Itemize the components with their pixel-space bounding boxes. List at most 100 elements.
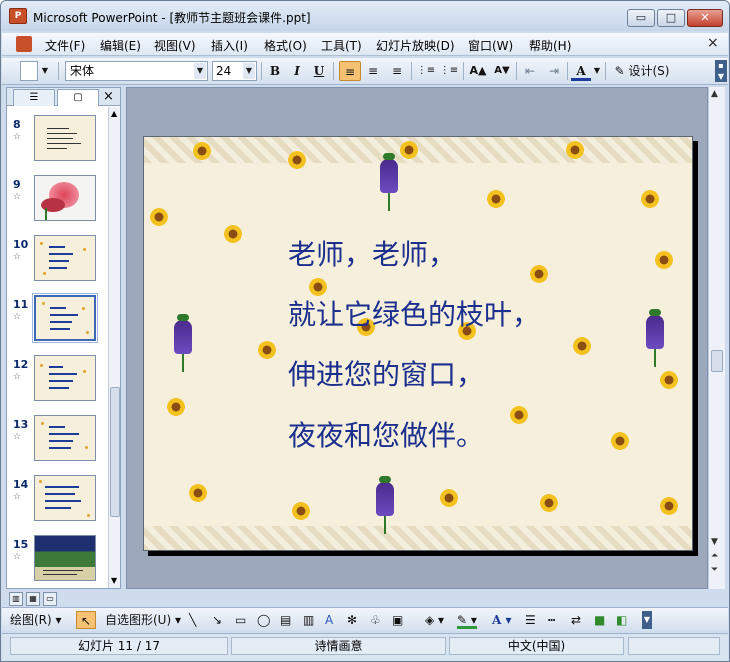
grow-font-button[interactable]: A▲ (467, 61, 489, 81)
scroll-up-icon[interactable]: ▲ (111, 109, 117, 118)
design-icon: ✎ (614, 64, 625, 78)
text-color-icon[interactable]: A ▾ (492, 611, 512, 629)
sunflower-decoration (257, 340, 277, 360)
bottom-border-pattern (144, 526, 692, 550)
arrow-tool-icon[interactable]: ↘ (212, 611, 222, 629)
next-slide-icon[interactable]: ⏷ (711, 565, 718, 575)
tab-slides[interactable]: ▢ (57, 89, 99, 106)
pane-close-button[interactable]: × (103, 89, 114, 104)
font-size-select[interactable]: 24 ▼ (212, 61, 257, 81)
scroll-down-icon[interactable]: ▼ (711, 537, 718, 547)
chevron-down-icon[interactable]: ▼ (194, 63, 206, 79)
autoshapes-menu-button[interactable]: 自选图形(U) ▾ (105, 611, 181, 629)
toolbar-chevron-icon[interactable]: ▼ (642, 611, 652, 629)
slide-sorter-view-icon[interactable]: ▦ (26, 592, 40, 606)
scroll-up-icon[interactable]: ▲ (711, 89, 718, 99)
slide-thumbnail[interactable] (34, 355, 96, 401)
shadow-style-icon[interactable]: ■ (594, 611, 605, 629)
arrow-style-icon[interactable]: ⇄ (571, 611, 581, 629)
bellflower-stem (384, 516, 386, 534)
chevron-down-icon[interactable]: ▼ (243, 63, 255, 79)
menu-format[interactable]: 格式(O) (264, 37, 307, 54)
powerpoint-icon[interactable]: P (9, 8, 27, 24)
slides-pane: ☰ ▢ × 8 ☆ 9 ☆ 10 ☆ 11 ☆ 12 ☆ 13 ☆ 14 ☆ 1… (6, 87, 121, 589)
textbox-tool-icon[interactable]: ▤ (280, 611, 291, 629)
menu-edit[interactable]: 编辑(E) (100, 37, 141, 54)
sunflower-decoration (572, 336, 592, 356)
decrease-indent-button[interactable]: ⇤ (520, 61, 540, 81)
toolbar-chevron-icon[interactable]: ▪ ▼ (715, 60, 727, 82)
increase-indent-button[interactable]: ⇥ (544, 61, 564, 81)
menu-window[interactable]: 窗口(W) (468, 37, 513, 54)
draw-menu-button[interactable]: 绘图(R) ▾ (10, 611, 62, 629)
line-color-icon[interactable]: ✎ ▾ (457, 611, 477, 629)
fill-color-icon[interactable]: ◈ ▾ (425, 611, 444, 629)
shrink-font-button[interactable]: A▼ (491, 61, 513, 81)
menu-slideshow[interactable]: 幻灯片放映(D) (376, 37, 455, 54)
underline-button[interactable]: U (310, 61, 328, 81)
tab-outline[interactable]: ☰ (13, 89, 55, 106)
font-name-select[interactable]: 宋体 ▼ (65, 61, 208, 81)
vertical-textbox-icon[interactable]: ▥ (303, 611, 314, 629)
main-scrollbar-thumb[interactable] (711, 350, 723, 372)
previous-slide-icon[interactable]: ⏶ (711, 551, 718, 561)
close-button[interactable]: ✕ (687, 9, 723, 27)
slide-thumbnail[interactable] (34, 415, 96, 461)
slide-canvas[interactable]: 老师，老师， 就让它绿色的枝叶， 伸进您的窗口， 夜夜和您做伴。 (143, 136, 693, 551)
bold-button[interactable]: B (266, 61, 284, 81)
pane-scrollbar-thumb[interactable] (110, 387, 120, 517)
chevron-down-icon[interactable]: ▼ (592, 61, 602, 81)
sunflower-decoration (149, 207, 169, 227)
toolbar-options-icon[interactable]: ▼ (40, 61, 50, 81)
rectangle-tool-icon[interactable]: ▭ (235, 611, 246, 629)
3d-style-icon[interactable]: ◧ (616, 611, 627, 629)
menu-insert[interactable]: 插入(I) (211, 37, 248, 54)
main-scrollbar[interactable]: ▲ ▼ ⏶ ⏷ (708, 87, 725, 589)
slide-thumbnail[interactable] (34, 235, 96, 281)
italic-button[interactable]: I (288, 61, 306, 81)
slide-thumbnail[interactable] (34, 175, 96, 221)
bulleted-list-button[interactable]: ⋮≡ (439, 61, 459, 81)
sunflower-decoration (565, 140, 585, 160)
diagram-icon[interactable]: ✻ (347, 611, 357, 629)
design-button[interactable]: ✎ 设计(S) (610, 61, 674, 81)
slide-thumbnail-selected[interactable] (32, 293, 98, 343)
normal-view-icon[interactable]: ▥ (9, 592, 23, 606)
scroll-down-icon[interactable]: ▼ (111, 576, 117, 585)
line-style-icon[interactable]: ☰ (525, 611, 536, 629)
sunflower-decoration (509, 405, 529, 425)
wordart-icon[interactable]: A (325, 611, 333, 629)
slide-thumbnail[interactable] (34, 475, 96, 521)
oval-tool-icon[interactable]: ◯ (257, 611, 270, 629)
pane-scrollbar[interactable]: ▲ ▼ (108, 107, 120, 588)
animation-star-icon: ☆ (13, 192, 22, 202)
insert-picture-icon[interactable]: ▣ (392, 611, 403, 629)
select-pointer-icon[interactable]: ↖ (76, 611, 96, 629)
menu-help[interactable]: 帮助(H) (529, 37, 571, 54)
maximize-button[interactable]: □ (657, 9, 685, 27)
new-document-icon[interactable] (20, 61, 38, 81)
animation-star-icon: ☆ (13, 432, 22, 442)
font-color-button[interactable]: A (571, 61, 591, 81)
slide-thumbnail[interactable] (34, 115, 96, 161)
slide-thumbnail[interactable] (34, 535, 96, 581)
toolbar-divider (58, 62, 59, 80)
close-document-button[interactable]: × (707, 35, 719, 51)
menu-file[interactable]: 文件(F) (45, 37, 85, 54)
align-left-button[interactable]: ≡ (339, 61, 361, 81)
sunflower-decoration (188, 483, 208, 503)
numbered-list-button[interactable]: ⋮≡ (416, 61, 436, 81)
dash-style-icon[interactable]: ┅ (548, 611, 555, 629)
menu-view[interactable]: 视图(V) (154, 37, 196, 54)
menu-tools[interactable]: 工具(T) (321, 37, 362, 54)
clipart-icon[interactable]: ♧ (370, 611, 381, 629)
document-icon[interactable] (16, 36, 32, 52)
align-center-button[interactable]: ≡ (363, 61, 383, 81)
slide-text-line: 老师，老师， (288, 238, 457, 271)
slide-text-line: 夜夜和您做伴。 (288, 419, 485, 452)
align-right-button[interactable]: ≡ (387, 61, 407, 81)
minimize-button[interactable]: ▭ (627, 9, 655, 27)
line-tool-icon[interactable]: ╲ (189, 611, 196, 629)
slideshow-view-icon[interactable]: ▭ (43, 592, 57, 606)
toolbar-divider (516, 62, 517, 80)
